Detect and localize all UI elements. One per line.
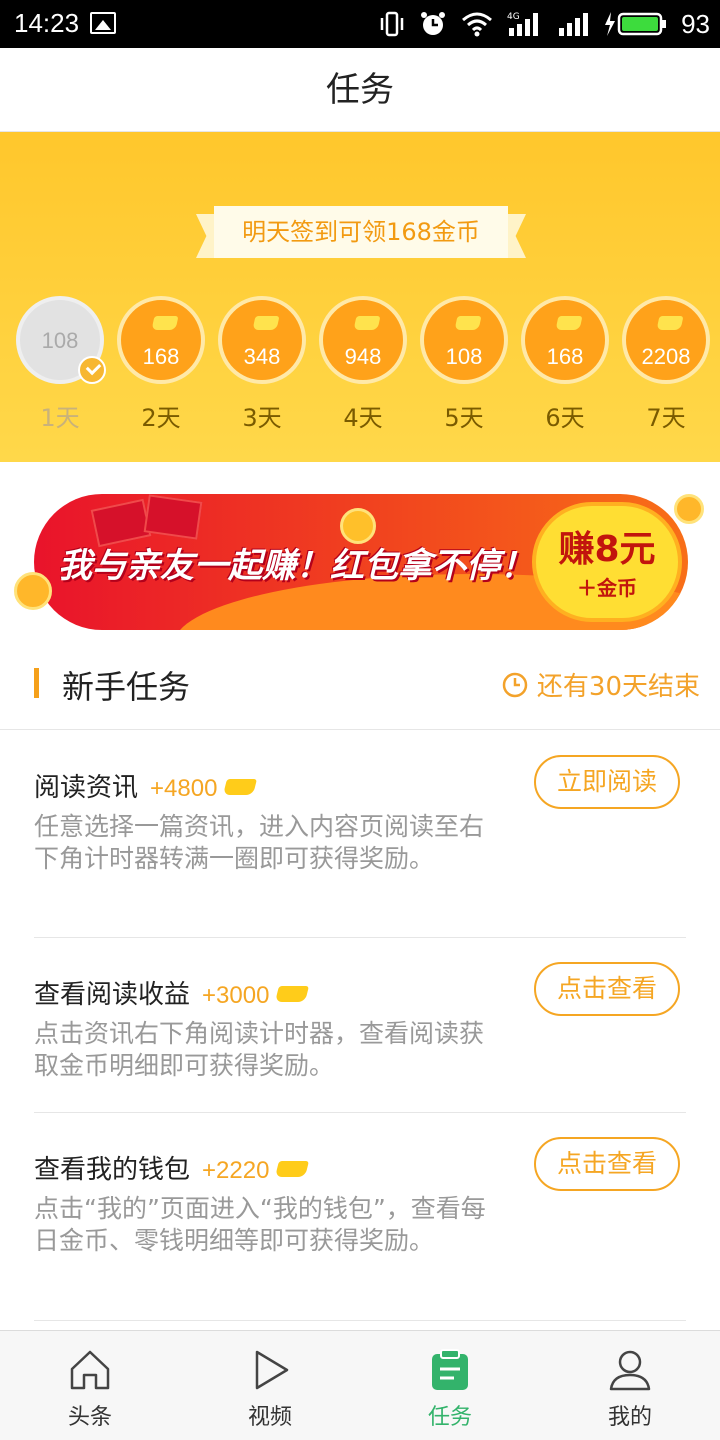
- page-header: 任务: [0, 48, 720, 132]
- signin-day-1[interactable]: 108 1天: [16, 296, 106, 433]
- newbie-tasks-header: 新手任务 还有30天结束: [0, 640, 720, 730]
- countdown: 还有30天结束: [501, 666, 700, 703]
- clock-icon: [502, 672, 528, 697]
- coin-badge: 168: [521, 296, 609, 384]
- task-reward: +3000: [202, 982, 270, 1009]
- signin-day-6[interactable]: 168 6天: [521, 296, 609, 433]
- task-description: 点击资讯右下角阅读计时器，查看阅读获取金币明细即可获得奖励。: [34, 1019, 485, 1080]
- read-now-button[interactable]: 立即阅读: [534, 755, 680, 809]
- invite-promo-banner[interactable]: 我与亲友一起赚！红包拿不停！ 赚8元 ＋金币: [34, 494, 688, 630]
- gold-ingot-icon: [454, 316, 482, 330]
- play-icon: [255, 1350, 289, 1390]
- battery-level: 93: [681, 8, 710, 39]
- signin-day-7[interactable]: 2208 7天: [622, 296, 710, 433]
- coin-badge: 2208: [622, 296, 710, 384]
- signin-day-2[interactable]: 168 2天: [117, 296, 205, 433]
- gold-ingot-icon: [252, 316, 280, 330]
- home-icon: [70, 1350, 110, 1390]
- task-clipboard-icon: [432, 1349, 468, 1390]
- nav-item-me[interactable]: 我的: [540, 1331, 720, 1440]
- signin-day-5[interactable]: 108 5天: [420, 296, 508, 433]
- coin-badge: 108: [420, 296, 508, 384]
- user-icon: [609, 1350, 651, 1391]
- task-item: 查看我的钱包 +2220 点击“我的”页面进入“我的钱包”，查看每日金币、零钱明细…: [34, 1113, 686, 1321]
- status-icons: 4G 93: [379, 6, 710, 42]
- gold-ingot-icon: [555, 316, 583, 330]
- svg-text:4G: 4G: [507, 12, 520, 22]
- page-title: 任务: [326, 70, 394, 110]
- coin-badge: 108: [16, 296, 106, 384]
- task-reward: +4800: [150, 775, 218, 802]
- promo-slogan: 我与亲友一起赚！红包拿不停！: [58, 546, 534, 586]
- task-name: 阅读资讯: [34, 773, 139, 803]
- vibrate-icon: [380, 11, 404, 37]
- nav-item-video[interactable]: 视频: [180, 1331, 360, 1440]
- coin-icon: [14, 572, 52, 610]
- coin-badge: 348: [218, 296, 306, 384]
- view-wallet-button[interactable]: 点击查看: [534, 1137, 680, 1191]
- task-name: 查看我的钱包: [34, 1155, 191, 1185]
- earn-cta-button[interactable]: 赚8元 ＋金币: [532, 502, 682, 622]
- task-description: 点击“我的”页面进入“我的钱包”，查看每日金币、零钱明细等即可获得奖励。: [34, 1194, 486, 1255]
- coin-badge: 948: [319, 296, 407, 384]
- nav-item-tasks[interactable]: 任务: [360, 1331, 540, 1440]
- gold-ingot-icon: [275, 1161, 310, 1177]
- status-time: 14:23: [14, 8, 80, 38]
- gold-ingot-icon: [223, 779, 258, 795]
- signal-icon: [559, 13, 589, 36]
- bottom-nav: 头条 视频 任务 我的: [0, 1330, 720, 1440]
- task-name: 查看阅读收益: [34, 980, 191, 1010]
- view-earnings-button[interactable]: 点击查看: [534, 962, 680, 1016]
- coin-badge: 168: [117, 296, 205, 384]
- signin-days: 108 1天 168 2天 348 3天 948 4天 108 5天 168 6…: [16, 296, 716, 433]
- signin-panel: 明天签到可领168金币 108 1天 168 2天 348 3天 948 4天 …: [0, 132, 720, 462]
- wifi-icon: [462, 12, 493, 37]
- task-reward: +2220: [202, 1157, 270, 1184]
- coin-icon: [674, 494, 704, 524]
- task-description: 任意选择一篇资讯，进入内容页阅读至右下角计时器转满一圈即可获得奖励。: [34, 812, 485, 873]
- gold-ingot-icon: [151, 316, 179, 330]
- task-item: 阅读资讯 +4800 任意选择一篇资讯，进入内容页阅读至右下角计时器转满一圈即可获…: [34, 731, 686, 938]
- gold-ingot-icon: [353, 316, 381, 330]
- alarm-icon: [421, 12, 446, 35]
- battery-icon: [605, 12, 667, 36]
- signin-banner-text: 明天签到可领168金币: [214, 206, 508, 258]
- signal-4g-icon: 4G: [507, 12, 539, 36]
- red-envelope-icon: [143, 494, 203, 540]
- gold-ingot-icon: [275, 986, 310, 1002]
- checkmark-icon: [78, 356, 106, 384]
- gold-ingot-icon: [656, 316, 684, 330]
- section-title: 新手任务: [62, 668, 191, 706]
- nav-item-headlines[interactable]: 头条: [0, 1331, 180, 1440]
- signin-ribbon: 明天签到可领168金币: [196, 206, 526, 258]
- signin-day-4[interactable]: 948 4天: [319, 296, 407, 433]
- signin-day-3[interactable]: 348 3天: [218, 296, 306, 433]
- task-item: 查看阅读收益 +3000 点击资讯右下角阅读计时器，查看阅读获取金币明细即可获得奖…: [34, 938, 686, 1113]
- status-bar: 14:23 4G 93: [0, 0, 720, 48]
- image-notification-icon: [90, 12, 116, 34]
